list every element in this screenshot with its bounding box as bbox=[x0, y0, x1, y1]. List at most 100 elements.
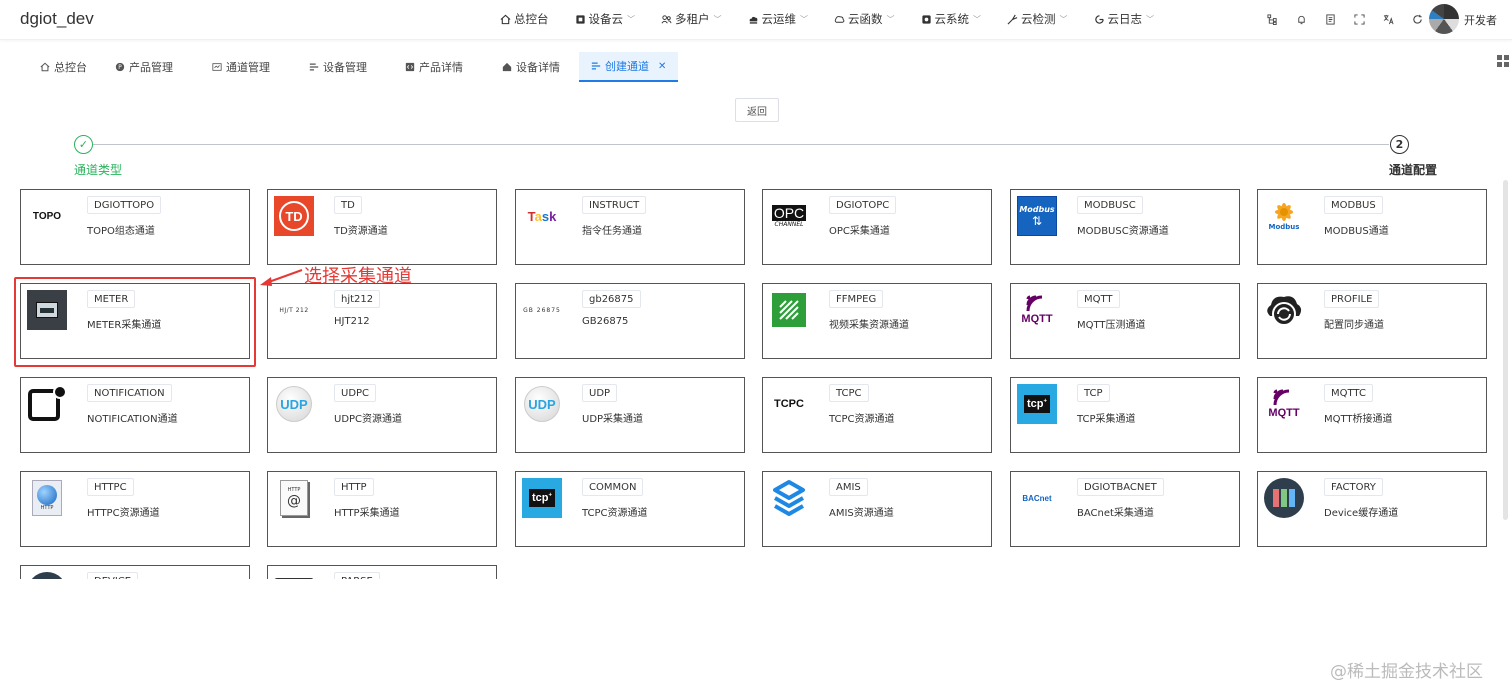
tcp-logo-icon: tcp+ bbox=[1016, 383, 1058, 425]
channel-type-tag: MODBUSC bbox=[1077, 196, 1143, 214]
udp-logo-icon: UDP bbox=[521, 383, 563, 425]
channel-type-tag: TCP bbox=[1077, 384, 1110, 402]
channel-description: BACnet采集通道 bbox=[1077, 508, 1154, 519]
channel-description: TCPC资源通道 bbox=[829, 414, 895, 425]
task-logo-icon: Task bbox=[527, 208, 557, 224]
modbus-logo-icon: Modbus bbox=[1263, 195, 1305, 237]
parse-logo-icon bbox=[273, 571, 315, 579]
channel-card-modbusc[interactable]: Modbus ⇅ MODBUSC MODBUSC资源通道 bbox=[1010, 189, 1240, 265]
channel-card-instruct[interactable]: Task INSTRUCT 指令任务通道 bbox=[515, 189, 745, 265]
ffmpeg-logo-icon bbox=[768, 289, 810, 331]
watermark: @稀土掘金技术社区 bbox=[1330, 662, 1483, 682]
channel-type-tag: UDP bbox=[582, 384, 618, 402]
channel-description: 配置同步通道 bbox=[1324, 320, 1384, 331]
channel-type-tag: UDPC bbox=[334, 384, 377, 402]
channel-description: NOTIFICATION通道 bbox=[87, 414, 178, 425]
channel-card-httpc[interactable]: HTTP HTTPC HTTPC资源通道 bbox=[20, 471, 250, 547]
channel-card-common[interactable]: tcp+ COMMON TCPC资源通道 bbox=[515, 471, 745, 547]
channel-type-tag: HTTPC bbox=[87, 478, 134, 496]
channel-type-tag: hjt212 bbox=[334, 290, 381, 308]
channel-description: MODBUS通道 bbox=[1324, 226, 1389, 237]
http-logo-icon: HTTP @ bbox=[273, 477, 315, 519]
channel-card-modbus[interactable]: Modbus MODBUS MODBUS通道 bbox=[1257, 189, 1487, 265]
channel-description: HTTP采集通道 bbox=[334, 508, 400, 519]
channel-type-tag: DGIOTTOPO bbox=[87, 196, 162, 214]
channel-type-tag: TCPC bbox=[829, 384, 869, 402]
httpc-logo-icon: HTTP bbox=[26, 477, 68, 519]
channel-description: 视频采集资源通道 bbox=[829, 320, 909, 331]
channel-description: MODBUSC资源通道 bbox=[1077, 226, 1169, 237]
channel-card-profile[interactable]: PROFILE 配置同步通道 bbox=[1257, 283, 1487, 359]
channel-card-factory[interactable]: FACTORY Device缓存通道 bbox=[1257, 471, 1487, 547]
channel-type-tag: gb26875 bbox=[582, 290, 641, 308]
channel-card-mqttc[interactable]: MQTT MQTTC MQTT桥接通道 bbox=[1257, 377, 1487, 453]
channel-description: HTTPC资源通道 bbox=[87, 508, 160, 519]
channel-type-tag: DGIOTBACNET bbox=[1077, 478, 1164, 496]
channel-card-http[interactable]: HTTP @ HTTP HTTP采集通道 bbox=[267, 471, 497, 547]
channel-card-ffmpeg[interactable]: FFMPEG 视频采集资源通道 bbox=[762, 283, 992, 359]
device-logo-icon bbox=[26, 571, 68, 579]
channel-type-tag: DGIOTOPC bbox=[829, 196, 897, 214]
vertical-scrollbar[interactable] bbox=[1503, 180, 1508, 520]
hjt-logo-icon: HJ/T 212 bbox=[279, 306, 309, 314]
channel-description: 指令任务通道 bbox=[582, 226, 642, 237]
channel-card-td[interactable]: TD TD TD资源通道 bbox=[267, 189, 497, 265]
channel-type-tag: PROFILE bbox=[1324, 290, 1380, 308]
channel-type-tag: MQTT bbox=[1077, 290, 1120, 308]
channel-description: AMIS资源通道 bbox=[829, 508, 894, 519]
channel-description: MQTT桥接通道 bbox=[1324, 414, 1393, 425]
channel-description: MQTT压测通道 bbox=[1077, 320, 1146, 331]
mqtt-logo-icon: MQTT bbox=[1016, 289, 1058, 331]
amis-logo-icon bbox=[768, 477, 810, 519]
channel-type-tag: DEVICE bbox=[87, 572, 139, 579]
channel-description: UDPC资源通道 bbox=[334, 414, 403, 425]
channel-description: UDP采集通道 bbox=[582, 414, 644, 425]
opc-logo-icon: OPC CHANNEL bbox=[771, 204, 807, 228]
channel-card-udpc[interactable]: UDP UDPC UDPC资源通道 bbox=[267, 377, 497, 453]
channel-card-tcpc[interactable]: TCPC TCPC TCPC资源通道 bbox=[762, 377, 992, 453]
channel-type-tag: NOTIFICATION bbox=[87, 384, 172, 402]
channel-card-dgiotbacnet[interactable]: BACnet DGIOTBACNET BACnet采集通道 bbox=[1010, 471, 1240, 547]
channel-type-tag: MQTTC bbox=[1324, 384, 1373, 402]
notification-logo-icon bbox=[26, 383, 68, 425]
td-logo-icon: TD bbox=[273, 195, 315, 237]
bacnet-logo-icon: BACnet bbox=[1022, 493, 1052, 503]
channel-card-device[interactable]: DEVICE bbox=[20, 565, 250, 579]
channel-card-parse[interactable]: PARSE bbox=[267, 565, 497, 579]
channel-description: TCP采集通道 bbox=[1077, 414, 1136, 425]
channel-description: TOPO组态通道 bbox=[87, 226, 155, 237]
channel-description: Device缓存通道 bbox=[1324, 508, 1399, 519]
channel-card-amis[interactable]: AMIS AMIS资源通道 bbox=[762, 471, 992, 547]
channel-type-tag: FFMPEG bbox=[829, 290, 884, 308]
tcpc-text-logo-icon: TCPC bbox=[774, 398, 804, 410]
channel-card-dgiottopo[interactable]: TOPO DGIOTTOPO TOPO组态通道 bbox=[20, 189, 250, 265]
topo-logo-icon: TOPO bbox=[26, 195, 68, 237]
channel-description: TD资源通道 bbox=[334, 226, 388, 237]
channel-card-notification[interactable]: NOTIFICATION NOTIFICATION通道 bbox=[20, 377, 250, 453]
channel-card-udp[interactable]: UDP UDP UDP采集通道 bbox=[515, 377, 745, 453]
channel-card-hjt212[interactable]: HJ/T 212 hjt212 HJT212 bbox=[267, 283, 497, 359]
udp-logo-icon: UDP bbox=[273, 383, 315, 425]
channel-type-tag: COMMON bbox=[582, 478, 644, 496]
channel-card-dgiotopc[interactable]: OPC CHANNEL DGIOTOPC OPC采集通道 bbox=[762, 189, 992, 265]
factory-logo-icon bbox=[1263, 477, 1305, 519]
channel-type-tag: FACTORY bbox=[1324, 478, 1383, 496]
profile-logo-icon bbox=[1263, 289, 1305, 331]
annotation-highlight-box bbox=[14, 277, 256, 367]
channel-type-tag: MODBUS bbox=[1324, 196, 1383, 214]
channel-type-tag: HTTP bbox=[334, 478, 374, 496]
channel-description: OPC采集通道 bbox=[829, 226, 890, 237]
gb-logo-icon: GB 26875 bbox=[523, 306, 561, 314]
channel-card-tcp[interactable]: tcp+ TCP TCP采集通道 bbox=[1010, 377, 1240, 453]
annotation-arrow-icon bbox=[260, 269, 303, 286]
mqtt-logo-icon: MQTT bbox=[1263, 383, 1305, 425]
modbusc-logo-icon: Modbus ⇅ bbox=[1016, 195, 1058, 237]
channel-description: HJT212 bbox=[334, 316, 370, 327]
annotation-text: 选择采集通道 bbox=[304, 266, 412, 287]
channel-type-tag: AMIS bbox=[829, 478, 868, 496]
tcp-logo-icon: tcp+ bbox=[521, 477, 563, 519]
channel-description: TCPC资源通道 bbox=[582, 508, 648, 519]
channel-card-gb26875[interactable]: GB 26875 gb26875 GB26875 bbox=[515, 283, 745, 359]
channel-card-mqtt[interactable]: MQTT MQTT MQTT压测通道 bbox=[1010, 283, 1240, 359]
topo-logo-text: TOPO bbox=[32, 210, 62, 222]
